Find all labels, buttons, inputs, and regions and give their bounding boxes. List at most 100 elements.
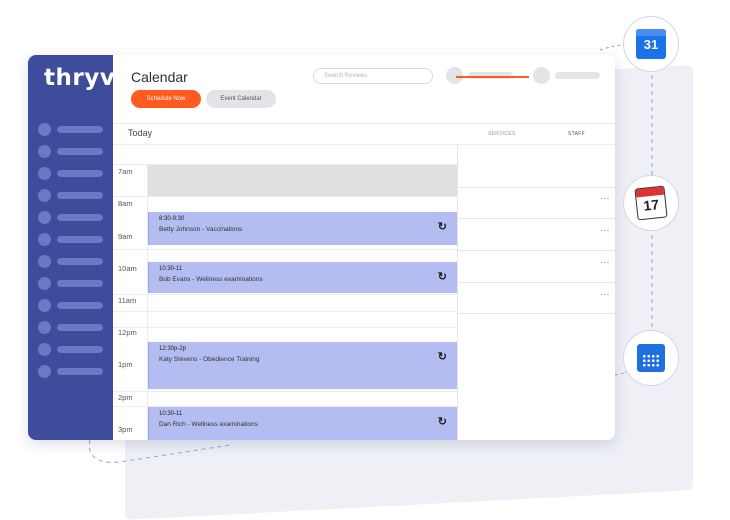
time-label: 8am [118,199,133,208]
thryv-logo: thryv [44,65,116,91]
event-description: Dan Rich - Wellness examinations [159,421,258,428]
sidebar-item-6[interactable] [38,232,108,246]
nav-icon [38,342,51,356]
event-time: 8:30-9:30 [159,216,185,222]
refresh-icon[interactable]: ↻ [438,270,447,283]
nav-icon [38,232,51,246]
avatar [533,67,550,84]
tab-staff[interactable]: STAFF [568,131,585,137]
active-tab-indicator [456,76,529,78]
app-window: thryv Calendar Schedule Now Event Calend… [28,55,615,440]
hour-gridline [113,196,457,197]
nav-icon [38,188,51,202]
nav-label-placeholder [57,301,103,309]
staff-row-divider [458,250,615,251]
google-calendar-header [636,29,666,36]
refresh-icon[interactable]: ↻ [438,415,447,428]
sidebar-item-10[interactable] [38,320,108,334]
sidebar-item-11[interactable] [38,342,108,356]
nav-icon [38,298,51,312]
stage: thryv Calendar Schedule Now Event Calend… [0,0,730,520]
event-block[interactable]: 10:30-11 Dan Rich - Wellness examination… [148,407,457,440]
nav-icon [38,166,51,180]
event-time: 10:30-11 [159,411,183,417]
time-label: 9am [118,232,133,241]
nav-icon [38,144,51,158]
event-block[interactable]: 8:30-9:30 Betty Johnson - Vaccinations ↻ [148,212,457,245]
outlook-calendar-badge [623,330,679,386]
hour-gridline [113,294,457,295]
time-label: 1pm [118,360,133,369]
kebab-menu-icon[interactable]: ⋮ [600,258,610,266]
nav-label-placeholder [57,345,103,353]
event-description: Bob Evans - Wellness examinations [159,276,263,283]
event-block[interactable]: 12:30p-2p Katy Stevens - Obedience Train… [148,342,457,389]
refresh-icon[interactable]: ↻ [438,220,447,233]
staff-row-divider [458,282,615,283]
hour-gridline [113,327,457,328]
kebab-menu-icon[interactable]: ⋮ [600,290,610,298]
sidebar-item-7[interactable] [38,254,108,268]
header: Calendar Schedule Now Event Calendar Sea… [113,55,615,123]
nav-label-placeholder [57,257,103,265]
kebab-menu-icon[interactable]: ⋮ [600,194,610,202]
hour-gridline [113,311,457,312]
time-label: 3pm [118,425,133,434]
hour-gridline [113,249,457,250]
nav-label-placeholder [57,323,103,331]
today-label[interactable]: Today [128,128,152,138]
sidebar-item-5[interactable] [38,210,108,224]
nav-icon [38,254,51,268]
sidebar: thryv [28,55,116,440]
nav-label-placeholder [57,367,103,375]
page-title: Calendar [131,69,188,85]
google-calendar-icon: 31 [636,29,666,59]
sidebar-item-9[interactable] [38,298,108,312]
event-description: Katy Stevens - Obedience Training [159,356,260,363]
apple-calendar-badge: 17 [623,175,679,231]
nav-icon [38,320,51,334]
apple-calendar-icon: 17 [634,185,668,221]
search-input[interactable]: Search Reviews [313,68,433,84]
sidebar-item-3[interactable] [38,166,108,180]
sidebar-item-4[interactable] [38,188,108,202]
event-calendar-button[interactable]: Event Calendar [206,90,276,108]
time-label: 2pm [118,393,133,402]
time-label: 10am [118,264,137,273]
schedule-now-button[interactable]: Schedule Now [131,90,201,108]
sidebar-item-12[interactable] [38,364,108,378]
nav-label-placeholder [57,235,103,243]
nav-label-placeholder [57,191,103,199]
apple-calendar-day: 17 [642,196,660,214]
nav-icon [38,276,51,290]
refresh-icon[interactable]: ↻ [438,350,447,363]
time-label: 12pm [118,328,137,337]
tab-services[interactable]: SERVICES [488,131,516,137]
nav-label-placeholder [57,213,103,221]
kebab-menu-icon[interactable]: ⋮ [600,226,610,234]
calendar-divider [457,145,458,440]
sidebar-item-8[interactable] [38,276,108,290]
sidebar-item-2[interactable] [38,144,108,158]
staff-row-divider [458,187,615,188]
user-menu-2[interactable] [533,67,600,84]
day-calendar: 7am 8am 9am 10am 11am 12pm 1pm 2pm 3pm 8… [113,164,457,440]
event-block[interactable]: 10:30-11 Bob Evans - Wellness examinatio… [148,262,457,293]
sidebar-item-1[interactable] [38,122,108,136]
nav-label-placeholder [57,147,103,155]
hour-gridline [113,391,457,392]
blocked-time-slot [148,164,457,196]
calendar-grid-dots [642,354,660,368]
time-label: 11am [118,296,137,305]
nav-label-placeholder [57,125,103,133]
event-time: 10:30-11 [159,266,183,272]
outlook-calendar-icon [637,344,665,372]
event-time: 12:30p-2p [159,346,187,352]
google-calendar-badge: 31 [623,16,679,72]
staff-row-divider [458,313,615,314]
user-name-placeholder [555,72,600,79]
nav-label-placeholder [57,279,103,287]
nav-icon [38,364,51,378]
google-calendar-day: 31 [643,37,659,52]
event-description: Betty Johnson - Vaccinations [159,226,243,233]
